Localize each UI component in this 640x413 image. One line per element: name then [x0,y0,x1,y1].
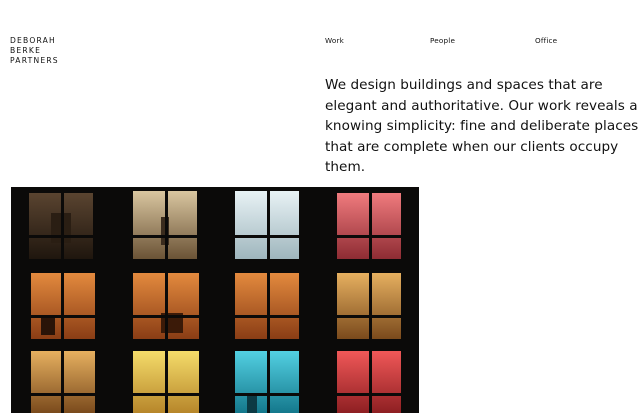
nav-link-people[interactable]: People [430,36,455,45]
brand-line-1: DEBORAH [10,36,56,45]
hero-image [11,187,419,413]
hero-building-facade [11,187,419,413]
brand-logo[interactable]: DEBORAH BERKE PARTNERS [10,36,59,66]
brand-line-2: BERKE [10,46,42,55]
nav-link-work[interactable]: Work [325,36,344,45]
brand-line-3: PARTNERS [10,56,59,65]
nav-link-office[interactable]: Office [535,36,557,45]
intro-statement: We design buildings and spaces that are … [325,77,639,176]
